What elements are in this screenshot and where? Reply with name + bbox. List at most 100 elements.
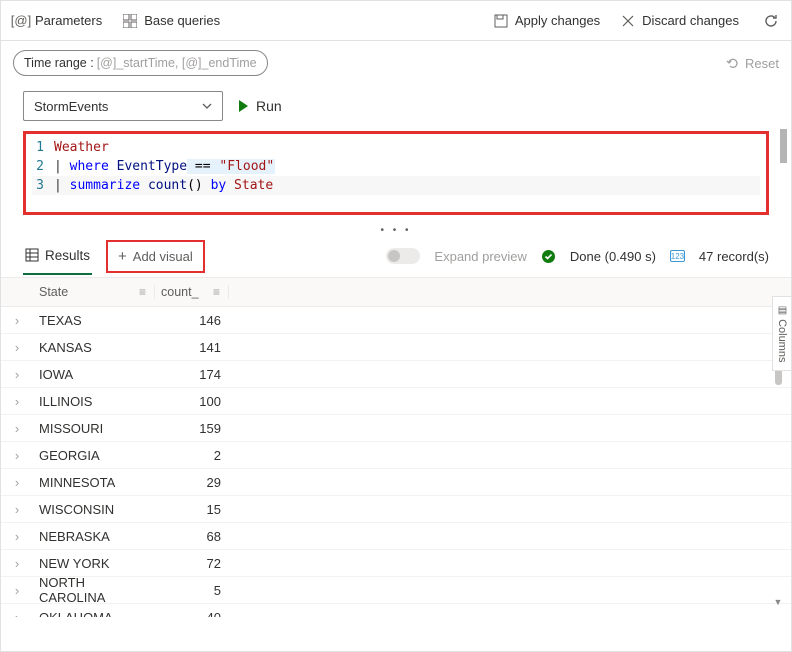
lineno: 1 bbox=[32, 138, 54, 157]
query-editor[interactable]: 1 Weather 2 | where EventType == "Flood"… bbox=[23, 131, 769, 215]
apply-changes-label: Apply changes bbox=[515, 13, 600, 28]
cell-state: NORTH CAROLINA bbox=[33, 575, 155, 605]
results-table: State ≡ count_ ≡ ›TEXAS146›KANSAS141›IOW… bbox=[1, 277, 791, 617]
expand-icon[interactable]: › bbox=[1, 475, 33, 490]
cell-count: 141 bbox=[155, 340, 229, 355]
table-icon bbox=[25, 248, 39, 262]
apply-changes-button[interactable]: Apply changes bbox=[493, 13, 600, 29]
resize-grip[interactable]: • • • bbox=[1, 225, 791, 235]
expand-icon[interactable]: › bbox=[1, 313, 33, 328]
table-row[interactable]: ›GEORGIA2 bbox=[1, 442, 791, 469]
table-row[interactable]: ›TEXAS146 bbox=[1, 307, 791, 334]
database-select-value: StormEvents bbox=[34, 99, 108, 114]
expand-icon[interactable]: › bbox=[1, 421, 33, 436]
table-row[interactable]: ›ILLINOIS100 bbox=[1, 388, 791, 415]
table-row[interactable]: ›NEW YORK72 bbox=[1, 550, 791, 577]
expand-preview-label: Expand preview bbox=[434, 249, 527, 264]
editor-scroll-mark bbox=[780, 129, 787, 163]
check-circle-icon bbox=[541, 249, 556, 264]
time-range-label: Time range : bbox=[24, 56, 94, 70]
cell-state: IOWA bbox=[33, 367, 155, 382]
top-toolbar: [@] Parameters Base queries Apply change… bbox=[1, 1, 791, 41]
table-row[interactable]: ›IOWA174 bbox=[1, 361, 791, 388]
table-header: State ≡ count_ ≡ bbox=[1, 277, 791, 307]
expand-icon[interactable]: › bbox=[1, 529, 33, 544]
table-row[interactable]: ›WISCONSIN15 bbox=[1, 496, 791, 523]
cell-state: KANSAS bbox=[33, 340, 155, 355]
expand-preview-toggle[interactable] bbox=[386, 248, 420, 264]
cell-state: GEORGIA bbox=[33, 448, 155, 463]
discard-changes-button[interactable]: Discard changes bbox=[620, 13, 739, 29]
expand-icon[interactable]: › bbox=[1, 610, 33, 618]
expand-icon[interactable]: › bbox=[1, 367, 33, 382]
table-row[interactable]: ›NORTH CAROLINA5 bbox=[1, 577, 791, 604]
cell-state: NEBRASKA bbox=[33, 529, 155, 544]
column-header-state-label: State bbox=[39, 285, 68, 299]
tab-results-label: Results bbox=[45, 248, 90, 263]
columns-side-tab[interactable]: ▤ Columns bbox=[772, 296, 791, 371]
menu-icon[interactable]: ≡ bbox=[213, 285, 220, 299]
parameters-label: Parameters bbox=[35, 13, 102, 28]
expand-icon[interactable]: › bbox=[1, 340, 33, 355]
status-done: Done (0.490 s) bbox=[570, 249, 656, 264]
reset-button[interactable]: Reset bbox=[725, 56, 779, 71]
expand-icon[interactable]: › bbox=[1, 448, 33, 463]
lineno: 3 bbox=[32, 176, 54, 195]
records-icon: 123 bbox=[670, 250, 685, 262]
cell-count: 174 bbox=[155, 367, 229, 382]
record-count: 47 record(s) bbox=[699, 249, 769, 264]
expand-icon[interactable]: › bbox=[1, 502, 33, 517]
menu-icon[interactable]: ≡ bbox=[139, 285, 146, 299]
refresh-icon[interactable] bbox=[763, 13, 779, 29]
column-header-count[interactable]: count_ ≡ bbox=[155, 285, 229, 299]
discard-changes-label: Discard changes bbox=[642, 13, 739, 28]
table-row[interactable]: ›OKLAHOMA40 bbox=[1, 604, 791, 617]
chevron-down-icon bbox=[202, 101, 212, 111]
table-row[interactable]: ›MINNESOTA29 bbox=[1, 469, 791, 496]
cell-state: MISSOURI bbox=[33, 421, 155, 436]
scroll-down-icon[interactable]: ▼ bbox=[773, 597, 783, 607]
cell-count: 40 bbox=[155, 610, 229, 618]
base-queries-button[interactable]: Base queries bbox=[122, 13, 220, 29]
column-header-count-label: count_ bbox=[161, 285, 199, 299]
table-row[interactable]: ›KANSAS141 bbox=[1, 334, 791, 361]
time-range-pill[interactable]: Time range : [@]_startTime , [@]_endTime bbox=[13, 50, 268, 76]
cell-count: 5 bbox=[155, 583, 229, 598]
code-line-1: 1 Weather bbox=[32, 138, 760, 157]
close-icon bbox=[620, 13, 636, 29]
time-range-sep: , bbox=[175, 56, 182, 70]
expand-icon[interactable]: › bbox=[1, 583, 33, 598]
expand-icon[interactable]: › bbox=[1, 556, 33, 571]
save-icon bbox=[493, 13, 509, 29]
cell-state: ILLINOIS bbox=[33, 394, 155, 409]
cell-count: 100 bbox=[155, 394, 229, 409]
run-button[interactable]: Run bbox=[239, 98, 282, 114]
cell-count: 15 bbox=[155, 502, 229, 517]
table-row[interactable]: ›NEBRASKA68 bbox=[1, 523, 791, 550]
undo-icon bbox=[725, 56, 739, 70]
run-label: Run bbox=[256, 98, 282, 114]
cell-count: 29 bbox=[155, 475, 229, 490]
code-line-2: 2 | where EventType == "Flood" bbox=[32, 157, 760, 176]
table-body: ›TEXAS146›KANSAS141›IOWA174›ILLINOIS100›… bbox=[1, 307, 791, 617]
database-select[interactable]: StormEvents bbox=[23, 91, 223, 121]
cell-count: 159 bbox=[155, 421, 229, 436]
table-row[interactable]: ›MISSOURI159 bbox=[1, 415, 791, 442]
columns-icon: ▤ bbox=[777, 305, 788, 316]
parameters-button[interactable]: [@] Parameters bbox=[13, 13, 102, 29]
lineno: 2 bbox=[32, 157, 54, 176]
tab-results[interactable]: Results bbox=[23, 238, 92, 275]
expand-icon[interactable]: › bbox=[1, 394, 33, 409]
plus-icon: + bbox=[118, 248, 127, 265]
time-range-row: Time range : [@]_startTime , [@]_endTime… bbox=[1, 41, 791, 85]
time-range-end: [@]_endTime bbox=[182, 56, 257, 70]
time-range-start: [@]_startTime bbox=[97, 56, 175, 70]
grid-icon bbox=[122, 13, 138, 29]
cell-count: 68 bbox=[155, 529, 229, 544]
column-header-state[interactable]: State ≡ bbox=[33, 285, 155, 299]
add-visual-button[interactable]: + Add visual bbox=[106, 240, 205, 273]
cell-count: 72 bbox=[155, 556, 229, 571]
cell-count: 2 bbox=[155, 448, 229, 463]
results-toolbar: Results + Add visual Expand preview Done… bbox=[1, 235, 791, 277]
reset-label: Reset bbox=[745, 56, 779, 71]
